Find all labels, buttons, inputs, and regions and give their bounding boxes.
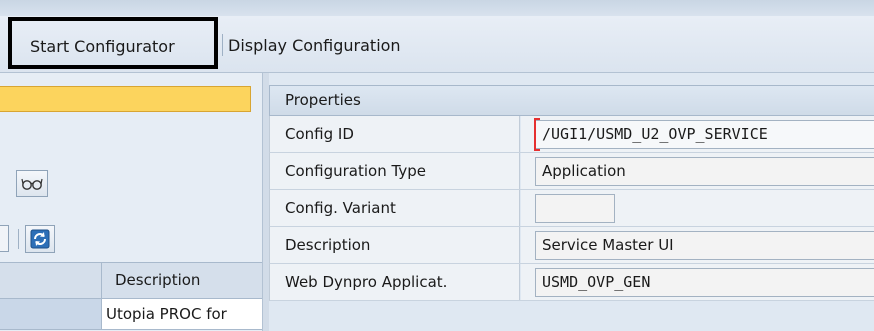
left-pane: Description Utopia PROC for (0, 73, 262, 331)
property-row-config-id: Config ID /UGI1/USMD_U2_OVP_SERVICE (269, 116, 874, 153)
focus-marker (534, 118, 540, 151)
row-selector-cell[interactable] (0, 299, 102, 329)
configuration-type-field[interactable]: Application (535, 157, 874, 186)
property-row-web-dynpro-application: Web Dynpro Applicat. USMD_OVP_GEN (269, 264, 874, 301)
config-variant-field[interactable] (535, 194, 615, 223)
properties-panel: Properties Config ID /UGI1/USMD_U2_OVP_S… (269, 85, 874, 331)
button-separator (18, 229, 19, 249)
partial-button[interactable] (0, 225, 9, 252)
row-description-cell: Utopia PROC for (102, 299, 262, 329)
refresh-button[interactable] (25, 225, 55, 253)
config-id-value: /UGI1/USMD_U2_OVP_SERVICE (542, 125, 768, 143)
grid-header-description[interactable]: Description (102, 263, 262, 298)
web-dynpro-application-field[interactable]: USMD_OVP_GEN (535, 268, 874, 297)
refresh-icon (30, 229, 50, 249)
display-button[interactable] (16, 170, 48, 197)
property-row-configuration-type: Configuration Type Application (269, 153, 874, 190)
configuration-type-label: Configuration Type (270, 153, 520, 189)
description-field[interactable]: Service Master UI (535, 231, 874, 260)
highlighted-selection-bar[interactable] (0, 86, 251, 112)
web-dynpro-application-label: Web Dynpro Applicat. (270, 264, 520, 300)
config-id-label: Config ID (270, 116, 520, 152)
display-configuration-button[interactable]: Display Configuration (228, 30, 401, 58)
window-top-strip (0, 0, 874, 17)
properties-title: Properties (269, 85, 874, 116)
grid-header-cell[interactable] (0, 263, 102, 298)
glasses-icon (21, 178, 43, 190)
application-toolbar: Start Configurator Display Configuration (0, 16, 874, 73)
property-row-description: Description Service Master UI (269, 227, 874, 264)
property-row-config-variant: Config. Variant (269, 190, 874, 227)
pane-splitter[interactable] (262, 73, 269, 331)
start-configurator-button[interactable]: Start Configurator (8, 17, 218, 69)
grid-header: Description (0, 262, 262, 299)
table-row[interactable]: Utopia PROC for (0, 299, 262, 330)
description-label: Description (270, 227, 520, 263)
toolbar-separator (222, 34, 223, 56)
config-variant-label: Config. Variant (270, 190, 520, 226)
config-id-field[interactable]: /UGI1/USMD_U2_OVP_SERVICE (534, 118, 874, 151)
